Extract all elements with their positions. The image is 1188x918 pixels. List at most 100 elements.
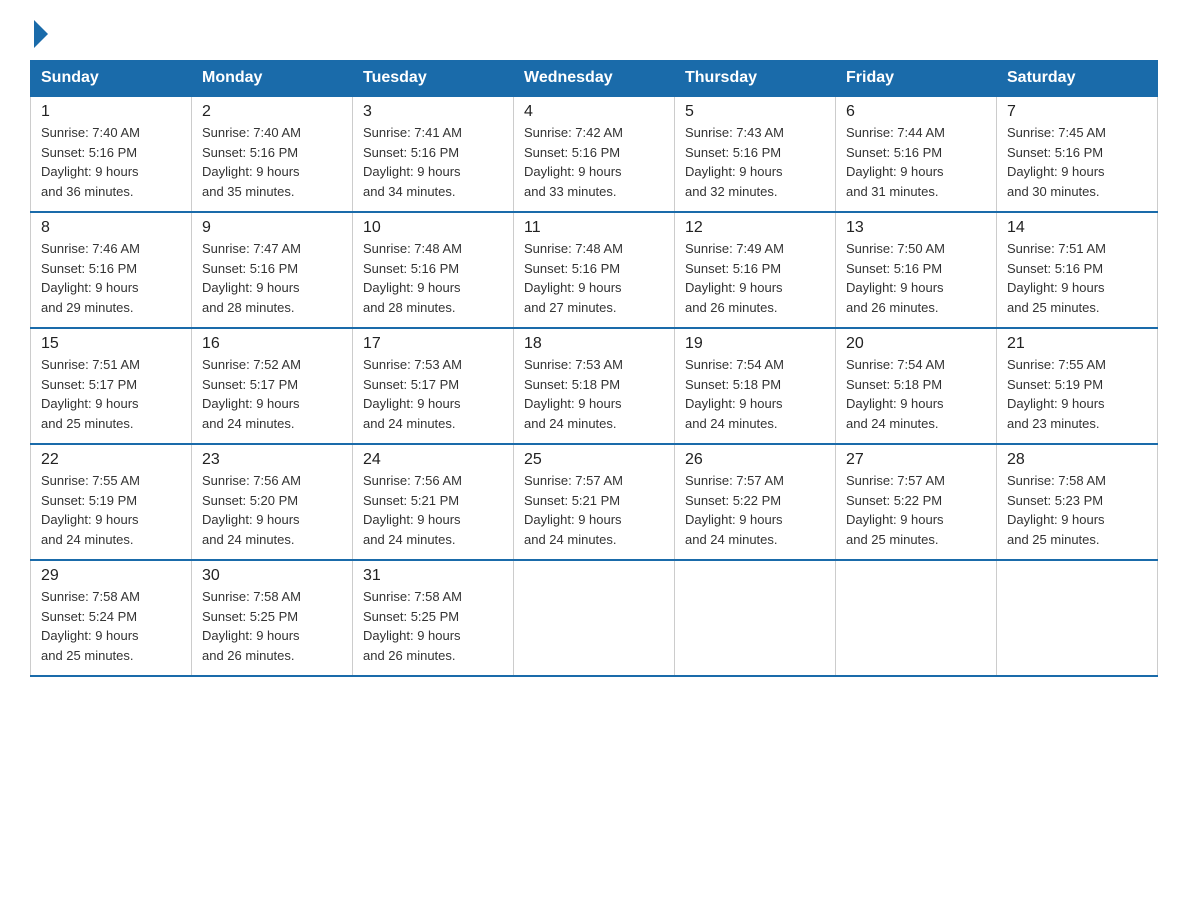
day-number: 13 [846,219,986,237]
day-number: 17 [363,335,503,353]
day-number: 27 [846,451,986,469]
table-row: 23 Sunrise: 7:56 AMSunset: 5:20 PMDayligh… [192,444,353,560]
table-row: 7Sunrise: 7:45 AMSunset: 5:16 PMDaylight… [997,96,1158,212]
day-header-row: Sunday Monday Tuesday Wednesday Thursday… [31,61,1158,97]
table-row: 26 Sunrise: 7:57 AMSunset: 5:22 PMDayligh… [675,444,836,560]
day-number: 21 [1007,335,1147,353]
day-info: Sunrise: 7:48 AMSunset: 5:16 PMDaylight:… [524,239,664,317]
day-info: Sunrise: 7:43 AMSunset: 5:16 PMDaylight:… [685,123,825,201]
day-number: 24 [363,451,503,469]
day-info: Sunrise: 7:46 AMSunset: 5:16 PMDaylight:… [41,239,181,317]
table-row: 25 Sunrise: 7:57 AMSunset: 5:21 PMDayligh… [514,444,675,560]
table-row: 24 Sunrise: 7:56 AMSunset: 5:21 PMDayligh… [353,444,514,560]
day-info: Sunrise: 7:51 AMSunset: 5:16 PMDaylight:… [1007,239,1147,317]
day-info: Sunrise: 7:40 AMSunset: 5:16 PMDaylight:… [202,123,342,201]
table-row: 22 Sunrise: 7:55 AMSunset: 5:19 PMDayligh… [31,444,192,560]
table-row: 13 Sunrise: 7:50 AMSunset: 5:16 PMDayligh… [836,212,997,328]
table-row: 29Sunrise: 7:58 AMSunset: 5:24 PMDayligh… [31,560,192,676]
logo-general [30,20,48,48]
day-number: 4 [524,103,664,121]
table-row: 19 Sunrise: 7:54 AMSunset: 5:18 PMDayligh… [675,328,836,444]
calendar-week-row: 15Sunrise: 7:51 AMSunset: 5:17 PMDayligh… [31,328,1158,444]
day-number: 26 [685,451,825,469]
table-row [675,560,836,676]
table-row: 14Sunrise: 7:51 AMSunset: 5:16 PMDayligh… [997,212,1158,328]
table-row: 10 Sunrise: 7:48 AMSunset: 5:16 PMDayligh… [353,212,514,328]
day-number: 8 [41,219,181,237]
table-row: 15Sunrise: 7:51 AMSunset: 5:17 PMDayligh… [31,328,192,444]
day-info: Sunrise: 7:58 AMSunset: 5:25 PMDaylight:… [363,587,503,665]
day-info: Sunrise: 7:49 AMSunset: 5:16 PMDaylight:… [685,239,825,317]
table-row: 4 Sunrise: 7:42 AMSunset: 5:16 PMDaylight… [514,96,675,212]
table-row: 17 Sunrise: 7:53 AMSunset: 5:17 PMDayligh… [353,328,514,444]
day-info: Sunrise: 7:48 AMSunset: 5:16 PMDaylight:… [363,239,503,317]
page-header [30,20,1158,44]
table-row: 5 Sunrise: 7:43 AMSunset: 5:16 PMDaylight… [675,96,836,212]
day-number: 2 [202,103,342,121]
day-info: Sunrise: 7:58 AMSunset: 5:24 PMDaylight:… [41,587,181,665]
day-number: 23 [202,451,342,469]
table-row: 12 Sunrise: 7:49 AMSunset: 5:16 PMDayligh… [675,212,836,328]
table-row: 18 Sunrise: 7:53 AMSunset: 5:18 PMDayligh… [514,328,675,444]
header-friday: Friday [836,61,997,97]
calendar-week-row: 22 Sunrise: 7:55 AMSunset: 5:19 PMDayligh… [31,444,1158,560]
day-info: Sunrise: 7:58 AMSunset: 5:25 PMDaylight:… [202,587,342,665]
day-info: Sunrise: 7:57 AMSunset: 5:22 PMDaylight:… [685,471,825,549]
table-row: 20 Sunrise: 7:54 AMSunset: 5:18 PMDayligh… [836,328,997,444]
day-info: Sunrise: 7:53 AMSunset: 5:17 PMDaylight:… [363,355,503,433]
day-number: 18 [524,335,664,353]
header-saturday: Saturday [997,61,1158,97]
day-number: 11 [524,219,664,237]
day-info: Sunrise: 7:56 AMSunset: 5:20 PMDaylight:… [202,471,342,549]
table-row: 16Sunrise: 7:52 AMSunset: 5:17 PMDayligh… [192,328,353,444]
day-info: Sunrise: 7:55 AMSunset: 5:19 PMDaylight:… [1007,355,1147,433]
table-row: 3 Sunrise: 7:41 AMSunset: 5:16 PMDaylight… [353,96,514,212]
day-number: 7 [1007,103,1147,121]
day-number: 10 [363,219,503,237]
day-info: Sunrise: 7:55 AMSunset: 5:19 PMDaylight:… [41,471,181,549]
day-number: 5 [685,103,825,121]
header-sunday: Sunday [31,61,192,97]
calendar-week-row: 1 Sunrise: 7:40 AMSunset: 5:16 PMDaylight… [31,96,1158,212]
header-thursday: Thursday [675,61,836,97]
table-row: 6 Sunrise: 7:44 AMSunset: 5:16 PMDaylight… [836,96,997,212]
day-info: Sunrise: 7:57 AMSunset: 5:22 PMDaylight:… [846,471,986,549]
day-info: Sunrise: 7:40 AMSunset: 5:16 PMDaylight:… [41,123,181,201]
table-row: 27 Sunrise: 7:57 AMSunset: 5:22 PMDayligh… [836,444,997,560]
logo-arrow-icon [34,20,48,48]
day-number: 12 [685,219,825,237]
day-number: 25 [524,451,664,469]
day-info: Sunrise: 7:41 AMSunset: 5:16 PMDaylight:… [363,123,503,201]
day-info: Sunrise: 7:52 AMSunset: 5:17 PMDaylight:… [202,355,342,433]
day-number: 9 [202,219,342,237]
table-row: 21 Sunrise: 7:55 AMSunset: 5:19 PMDayligh… [997,328,1158,444]
calendar-table: Sunday Monday Tuesday Wednesday Thursday… [30,60,1158,677]
day-number: 22 [41,451,181,469]
day-number: 1 [41,103,181,121]
day-info: Sunrise: 7:44 AMSunset: 5:16 PMDaylight:… [846,123,986,201]
day-number: 31 [363,567,503,585]
table-row: 1 Sunrise: 7:40 AMSunset: 5:16 PMDaylight… [31,96,192,212]
table-row: 8 Sunrise: 7:46 AMSunset: 5:16 PMDaylight… [31,212,192,328]
day-info: Sunrise: 7:53 AMSunset: 5:18 PMDaylight:… [524,355,664,433]
day-info: Sunrise: 7:56 AMSunset: 5:21 PMDaylight:… [363,471,503,549]
day-info: Sunrise: 7:58 AMSunset: 5:23 PMDaylight:… [1007,471,1147,549]
day-number: 3 [363,103,503,121]
day-info: Sunrise: 7:51 AMSunset: 5:17 PMDaylight:… [41,355,181,433]
header-tuesday: Tuesday [353,61,514,97]
table-row: 9Sunrise: 7:47 AMSunset: 5:16 PMDaylight… [192,212,353,328]
table-row [514,560,675,676]
day-info: Sunrise: 7:50 AMSunset: 5:16 PMDaylight:… [846,239,986,317]
calendar-week-row: 8 Sunrise: 7:46 AMSunset: 5:16 PMDaylight… [31,212,1158,328]
day-number: 19 [685,335,825,353]
table-row: 30Sunrise: 7:58 AMSunset: 5:25 PMDayligh… [192,560,353,676]
day-info: Sunrise: 7:54 AMSunset: 5:18 PMDaylight:… [846,355,986,433]
table-row [836,560,997,676]
day-info: Sunrise: 7:57 AMSunset: 5:21 PMDaylight:… [524,471,664,549]
header-wednesday: Wednesday [514,61,675,97]
header-monday: Monday [192,61,353,97]
day-info: Sunrise: 7:42 AMSunset: 5:16 PMDaylight:… [524,123,664,201]
day-info: Sunrise: 7:54 AMSunset: 5:18 PMDaylight:… [685,355,825,433]
day-number: 6 [846,103,986,121]
day-number: 20 [846,335,986,353]
